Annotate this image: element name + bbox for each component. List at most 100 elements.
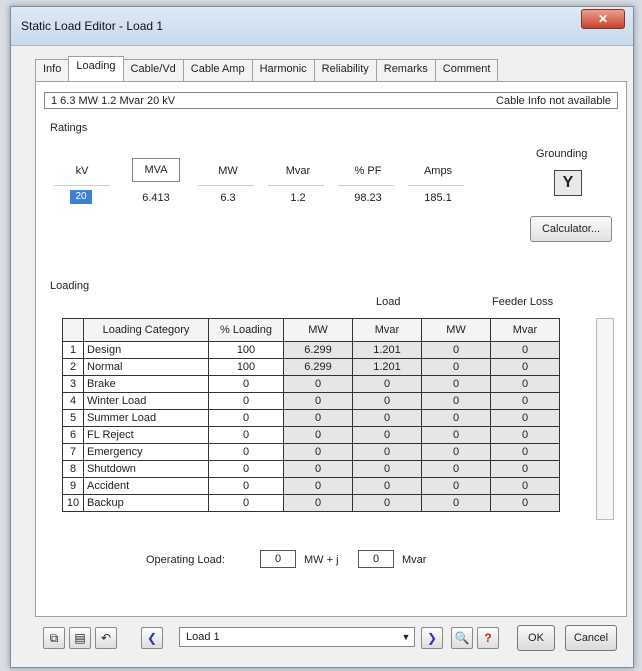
load-mw-cell: 6.299 [283,358,353,376]
tab-cable-vd[interactable]: Cable/Vd [122,59,184,81]
pf-header: % PF [354,165,382,177]
grounding-label: Grounding [536,148,588,160]
mva-value: 6.413 [142,192,170,204]
feeder-mw-cell: 0 [421,375,491,393]
tab-loading[interactable]: Loading [68,56,124,81]
load-select[interactable]: Load 1 ▼ [179,627,415,647]
info-bar: 1 6.3 MW 1.2 Mvar 20 kV Cable Info not a… [44,92,618,109]
loading-panel: 1 6.3 MW 1.2 Mvar 20 kV Cable Info not a… [35,81,627,617]
loading-label: Loading [50,280,90,292]
table-row[interactable]: 9 Accident 0 0 0 0 0 [62,477,560,495]
row-number: 7 [62,443,84,461]
load-mw-cell: 0 [283,460,353,478]
undo-icon[interactable]: ↶ [95,627,117,649]
copy-icon[interactable]: ⧉ [43,627,65,649]
amps-value[interactable]: 185.1 [408,192,468,204]
percent-loading-cell[interactable]: 0 [208,426,284,444]
load-mw-cell: 0 [283,426,353,444]
load-mvar-cell: 0 [352,375,422,393]
table-row[interactable]: 6 FL Reject 0 0 0 0 0 [62,426,560,444]
help-icon[interactable]: ? [477,627,499,649]
percent-loading-cell[interactable]: 0 [208,477,284,495]
kv-input[interactable]: 20 [70,190,92,204]
pf-value[interactable]: 98.23 [338,192,398,204]
footer-toolbar: ⧉ ▤ ↶ ❮ Load 1 ▼ ❯ 🔍 ? OK Cancel [11,619,633,659]
row-number: 3 [62,375,84,393]
table-row[interactable]: 5 Summer Load 0 0 0 0 0 [62,409,560,427]
previous-arrow-icon[interactable]: ❮ [141,627,163,649]
load-mvar-cell: 0 [352,477,422,495]
feeder-mw-cell: 0 [421,494,491,512]
table-row[interactable]: 2 Normal 100 6.299 1.201 0 0 [62,358,560,376]
tab-reliability[interactable]: Reliability [313,59,377,81]
percent-loading-cell[interactable]: 0 [208,460,284,478]
load-mvar-cell: 0 [352,392,422,410]
load-mw-cell: 6.299 [283,341,353,359]
mva-header-button[interactable]: MVA [132,158,180,182]
cancel-button[interactable]: Cancel [565,625,617,651]
row-number: 10 [62,494,84,512]
load-group-header: Load [376,296,401,308]
percent-loading-cell[interactable]: 100 [208,358,284,376]
feeder-mvar-cell: 0 [490,358,560,376]
load-mvar-cell: 1.201 [352,358,422,376]
feeder-mw-cell: 0 [421,392,491,410]
loading-category-cell: Backup [83,494,209,512]
mvar-header: Mvar [285,165,311,177]
percent-loading-cell[interactable]: 0 [208,392,284,410]
row-number: 9 [62,477,84,495]
tab-remarks[interactable]: Remarks [375,59,436,81]
ok-button[interactable]: OK [517,625,555,651]
percent-loading-cell[interactable]: 0 [208,375,284,393]
mw-value[interactable]: 6.3 [198,192,258,204]
load-mvar-cell: 0 [352,409,422,427]
tab-harmonic[interactable]: Harmonic [251,59,315,81]
mvar-value[interactable]: 1.2 [268,192,328,204]
table-row[interactable]: 10 Backup 0 0 0 0 0 [62,494,560,512]
col-load-mw: MW [283,318,353,342]
ratings-label: Ratings [50,122,88,134]
table-row[interactable]: 3 Brake 0 0 0 0 0 [62,375,560,393]
amps-header: Amps [423,165,453,177]
feeder-loss-group-header: Feeder Loss [492,296,554,308]
col-percent-loading: % Loading [208,318,284,342]
table-row[interactable]: 1 Design 100 6.299 1.201 0 0 [62,341,560,359]
close-button[interactable]: ✕ [581,9,625,29]
percent-loading-cell[interactable]: 0 [208,409,284,427]
feeder-mw-cell: 0 [421,443,491,461]
percent-loading-cell[interactable]: 100 [208,341,284,359]
load-mvar-cell: 0 [352,443,422,461]
operating-load-mw-unit: MW + j [304,554,339,566]
kv-header: kV [75,165,89,177]
row-number: 4 [62,392,84,410]
load-mvar-cell: 1.201 [352,341,422,359]
load-select-value: Load 1 [186,631,220,643]
paste-icon[interactable]: ▤ [69,627,91,649]
table-scrollbar[interactable] [596,318,614,520]
loading-category-cell: Design [83,341,209,359]
load-mw-cell: 0 [283,443,353,461]
table-row[interactable]: 4 Winter Load 0 0 0 0 0 [62,392,560,410]
feeder-mw-cell: 0 [421,426,491,444]
calculator-button[interactable]: Calculator... [530,216,612,242]
load-mw-cell: 0 [283,392,353,410]
find-icon[interactable]: 🔍 [451,627,473,649]
load-mw-cell: 0 [283,477,353,495]
table-row[interactable]: 7 Emergency 0 0 0 0 0 [62,443,560,461]
feeder-mvar-cell: 0 [490,443,560,461]
table-row[interactable]: 8 Shutdown 0 0 0 0 0 [62,460,560,478]
load-mvar-cell: 0 [352,494,422,512]
tab-cable-amp[interactable]: Cable Amp [182,59,253,81]
next-arrow-icon[interactable]: ❯ [421,627,443,649]
load-mw-cell: 0 [283,494,353,512]
percent-loading-cell[interactable]: 0 [208,443,284,461]
grounding-wye-icon[interactable]: Y [554,170,582,196]
tab-comment[interactable]: Comment [434,59,499,81]
load-mvar-cell: 0 [352,426,422,444]
operating-load-mvar: 0 [358,550,394,568]
tab-info[interactable]: Info [35,59,70,81]
info-bar-summary: 1 6.3 MW 1.2 Mvar 20 kV [51,94,176,107]
chevron-down-icon[interactable]: ▼ [398,628,414,646]
percent-loading-cell[interactable]: 0 [208,494,284,512]
mw-underline [198,185,254,186]
